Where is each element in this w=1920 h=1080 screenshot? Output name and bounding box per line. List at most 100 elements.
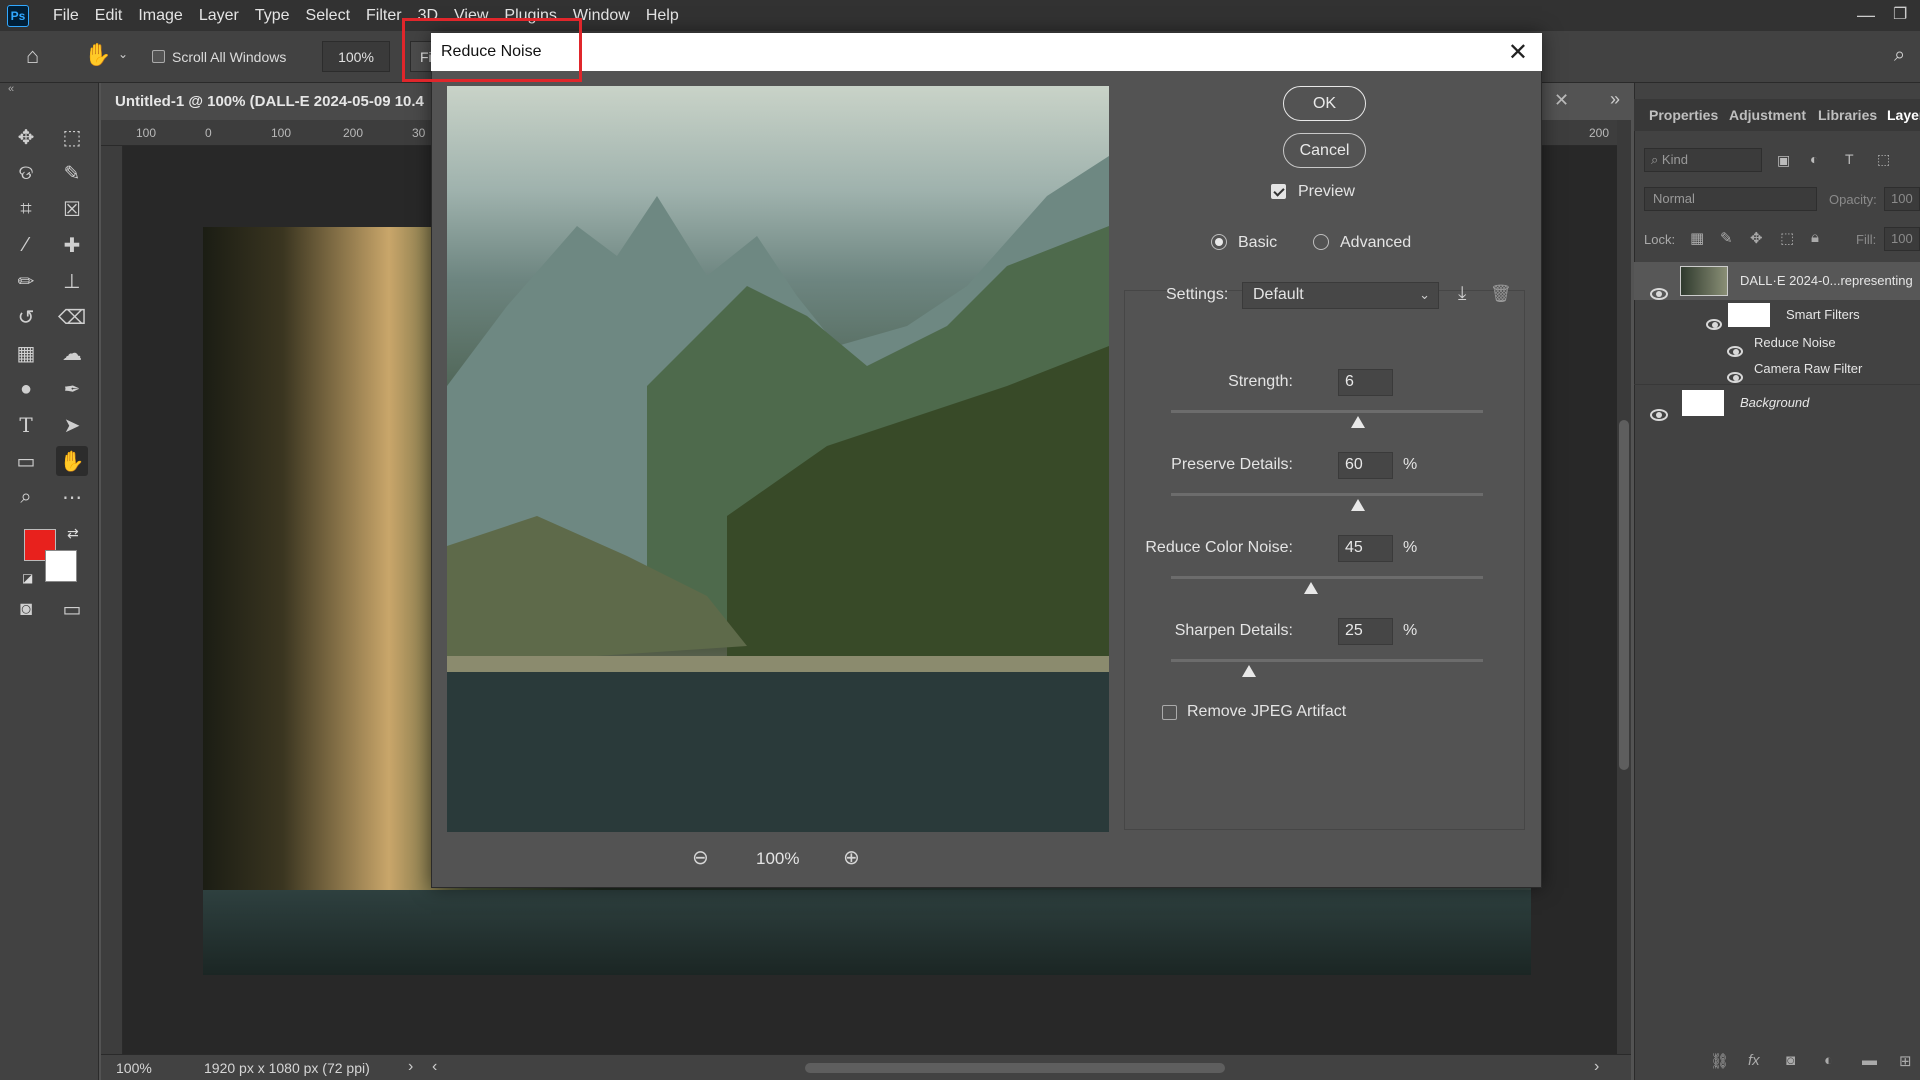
quick-mask-icon[interactable]: ◙	[10, 594, 42, 624]
fill-field[interactable]: 100	[1884, 227, 1920, 251]
visibility-eye-icon[interactable]	[1706, 318, 1722, 330]
layer-row-filter-camera-raw[interactable]: Camera Raw Filter	[1634, 356, 1920, 383]
preserve-details-slider-track[interactable]	[1171, 493, 1483, 496]
zoom-tool-icon[interactable]: ⌕	[10, 482, 42, 512]
link-layers-icon[interactable]: ⛓	[1710, 1052, 1729, 1070]
filter-pixel-icon[interactable]: ▣	[1777, 152, 1790, 169]
horizontal-scrollbar-thumb[interactable]	[805, 1063, 1225, 1073]
type-tool-icon[interactable]: T	[10, 410, 42, 440]
default-colors-icon[interactable]: ◪	[22, 571, 33, 585]
layer-row-filter-reduce-noise[interactable]: Reduce Noise	[1634, 330, 1920, 357]
opacity-field[interactable]: 100	[1884, 187, 1920, 211]
zoom-in-icon[interactable]: ⊕	[843, 845, 860, 870]
new-layer-icon[interactable]: ⊞	[1899, 1052, 1912, 1070]
filter-name[interactable]: Reduce Noise	[1754, 335, 1836, 350]
sharpen-details-field[interactable]: 25	[1338, 618, 1393, 645]
background-color-swatch[interactable]	[45, 550, 77, 582]
visibility-eye-icon[interactable]	[1650, 408, 1668, 421]
move-tool-icon[interactable]: ✥	[10, 122, 42, 152]
swap-colors-icon[interactable]: ⇄	[67, 525, 79, 542]
restore-icon[interactable]: ❐	[1893, 4, 1907, 24]
lock-transparent-icon[interactable]: ▦	[1690, 229, 1704, 247]
settings-select[interactable]: Default ⌄	[1242, 282, 1439, 309]
menu-filter[interactable]: Filter	[366, 7, 402, 25]
preserve-details-slider-thumb[interactable]	[1351, 499, 1366, 511]
zoom-out-icon[interactable]: ⊖	[692, 845, 709, 870]
gradient-tool-icon[interactable]: ▦	[10, 338, 42, 368]
clone-stamp-tool-icon[interactable]: ⊥	[56, 266, 88, 296]
menu-help[interactable]: Help	[646, 7, 679, 25]
marquee-tool-icon[interactable]: ⬚	[56, 122, 88, 152]
menu-image[interactable]: Image	[138, 7, 182, 25]
filter-name[interactable]: Camera Raw Filter	[1754, 361, 1862, 376]
frame-tool-icon[interactable]: ☒	[56, 194, 88, 224]
layer-kind-filter[interactable]: ⌕ Kind	[1644, 148, 1762, 172]
hand-tool-preset-icon[interactable]: ✋	[84, 42, 111, 68]
layer-row-smart-filters[interactable]: Smart Filters	[1634, 300, 1920, 330]
status-arrow-icon[interactable]: ›	[408, 1058, 413, 1076]
visibility-eye-icon[interactable]	[1727, 345, 1743, 357]
minimize-icon[interactable]: —	[1857, 5, 1875, 26]
filter-shape-icon[interactable]: ⬚	[1877, 151, 1890, 168]
menu-layer[interactable]: Layer	[199, 7, 239, 25]
search-icon[interactable]: ⌕	[1894, 44, 1905, 67]
pen-tool-icon[interactable]: ✒	[56, 374, 88, 404]
close-icon[interactable]: ✕	[1508, 38, 1528, 67]
hand-tool-icon[interactable]: ✋	[56, 446, 88, 476]
new-group-icon[interactable]: ▬	[1862, 1052, 1877, 1069]
preview-image[interactable]	[447, 86, 1109, 832]
adjustment-layer-icon[interactable]: ◐	[1824, 1052, 1833, 1069]
visibility-eye-icon[interactable]	[1650, 288, 1668, 300]
tab-libraries[interactable]: Libraries	[1818, 107, 1877, 123]
layer-name[interactable]: DALL·E 2024-0...representing	[1740, 273, 1913, 288]
history-brush-tool-icon[interactable]: ↺	[10, 302, 42, 332]
tab-properties[interactable]: Properties	[1649, 107, 1718, 123]
lock-pixels-icon[interactable]: ✎	[1720, 229, 1733, 247]
strength-slider-track[interactable]	[1171, 410, 1483, 413]
scroll-all-windows-checkbox[interactable]	[152, 50, 165, 63]
eyedropper-tool-icon[interactable]: ⁄	[10, 230, 42, 260]
lock-position-icon[interactable]: ✥	[1750, 229, 1763, 247]
healing-brush-tool-icon[interactable]: ✚	[56, 230, 88, 260]
dodge-tool-icon[interactable]: ●	[10, 374, 42, 404]
menu-edit[interactable]: Edit	[95, 7, 123, 25]
layer-row-background[interactable]: Background	[1634, 384, 1920, 421]
close-document-icon[interactable]: ✕	[1554, 90, 1569, 111]
scroll-right-icon[interactable]: ›	[1594, 1058, 1599, 1076]
scrollbar-thumb[interactable]	[1619, 420, 1629, 770]
visibility-eye-icon[interactable]	[1727, 371, 1743, 383]
strength-field[interactable]: 6	[1338, 369, 1393, 396]
eraser-tool-icon[interactable]: ⌫	[56, 302, 88, 332]
preserve-details-field[interactable]: 60	[1338, 452, 1393, 479]
delete-settings-icon[interactable]: 🗑︎	[1490, 284, 1512, 304]
filter-type-icon[interactable]: T	[1845, 151, 1854, 167]
document-tab[interactable]: Untitled-1 @ 100% (DALL-E 2024-05-09 10.…	[101, 83, 431, 120]
menu-select[interactable]: Select	[306, 7, 350, 25]
basic-radio[interactable]	[1211, 234, 1227, 250]
more-tools-icon[interactable]: ⋯	[56, 482, 88, 512]
collapse-icon[interactable]: «	[8, 83, 14, 95]
tab-layers[interactable]: Layer	[1887, 107, 1920, 123]
advanced-radio[interactable]	[1313, 234, 1329, 250]
lock-artboard-icon[interactable]: ⬚	[1780, 229, 1794, 247]
lasso-tool-icon[interactable]: ଡ	[10, 158, 42, 188]
ok-button[interactable]: OK	[1283, 86, 1366, 121]
crop-tool-icon[interactable]: ⌗	[10, 194, 42, 224]
sharpen-details-slider-track[interactable]	[1171, 659, 1483, 662]
vertical-scrollbar[interactable]	[1617, 120, 1631, 1054]
chevron-down-icon[interactable]: ⌄	[118, 47, 128, 61]
quick-selection-tool-icon[interactable]: ✎	[56, 158, 88, 188]
preview-checkbox[interactable]	[1271, 184, 1286, 199]
add-mask-icon[interactable]: ◙	[1786, 1052, 1795, 1069]
home-icon[interactable]: ⌂	[26, 43, 39, 69]
strength-slider-thumb[interactable]	[1351, 416, 1366, 428]
brush-tool-icon[interactable]: ✏	[10, 266, 42, 296]
screen-mode-icon[interactable]: ▭	[56, 594, 88, 624]
menu-type[interactable]: Type	[255, 7, 290, 25]
blur-tool-icon[interactable]: ☁	[56, 338, 88, 368]
menu-file[interactable]: File	[53, 7, 79, 25]
tab-adjustments[interactable]: Adjustment	[1729, 107, 1806, 123]
layer-style-icon[interactable]: fx	[1748, 1052, 1760, 1069]
remove-jpeg-artifact-checkbox[interactable]	[1162, 705, 1177, 720]
cancel-button[interactable]: Cancel	[1283, 133, 1366, 168]
